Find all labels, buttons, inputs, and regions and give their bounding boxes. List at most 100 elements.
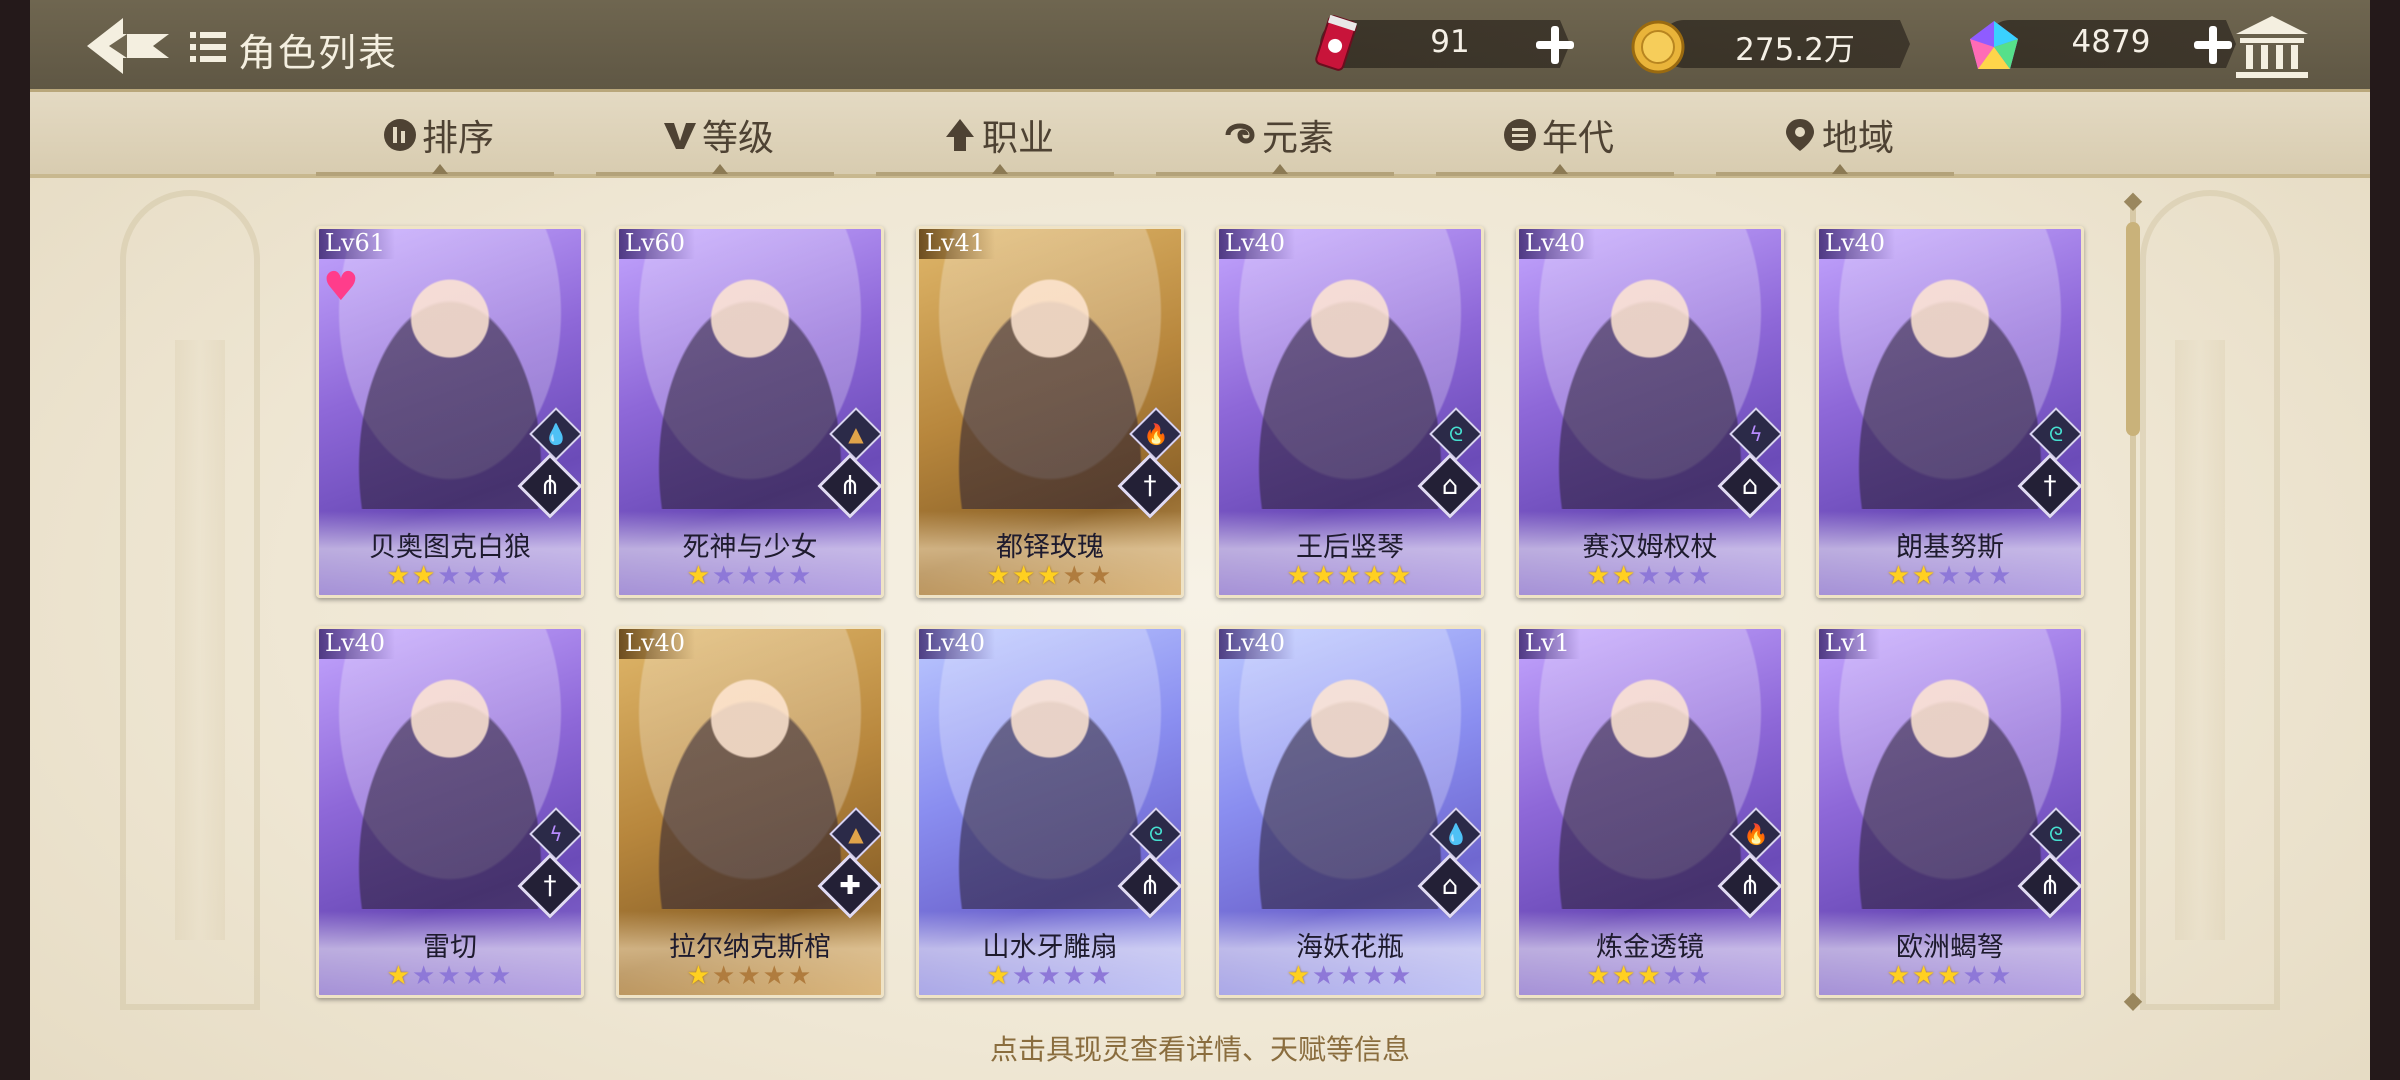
back-button[interactable] bbox=[82, 14, 174, 78]
character-name: 赛汉姆权杖 bbox=[1582, 532, 1718, 563]
star-rating: ★★★★★ bbox=[1819, 561, 2081, 591]
star-filled-icon: ★ bbox=[1912, 961, 1938, 991]
star-rating: ★★★★★ bbox=[1219, 961, 1481, 991]
star-empty-icon: ★ bbox=[1037, 961, 1063, 991]
tab-caret bbox=[432, 164, 448, 174]
star-empty-icon: ★ bbox=[412, 961, 438, 991]
tab-level[interactable]: 等级 bbox=[662, 106, 774, 164]
bank-icon[interactable] bbox=[2232, 12, 2312, 82]
star-empty-icon: ★ bbox=[737, 561, 763, 591]
star-rating: ★★★★★ bbox=[919, 561, 1181, 591]
star-empty-icon: ★ bbox=[1362, 961, 1388, 991]
character-name: 贝奥图克白狼 bbox=[369, 532, 531, 563]
add-energy-button[interactable] bbox=[1532, 22, 1576, 66]
tab-era[interactable]: 年代 bbox=[1502, 106, 1614, 164]
star-filled-icon: ★ bbox=[412, 561, 438, 591]
star-empty-icon: ★ bbox=[487, 961, 514, 991]
tab-element-label: 元素 bbox=[1262, 118, 1335, 159]
star-empty-icon: ★ bbox=[762, 561, 788, 591]
star-filled-icon: ★ bbox=[686, 561, 713, 591]
tab-element[interactable]: 元素 bbox=[1222, 106, 1334, 164]
tab-caret bbox=[1552, 164, 1568, 174]
character-card[interactable]: Lv60 ▲ ⋔ 死神与少女 ★★★★★ bbox=[616, 226, 884, 598]
character-card[interactable]: Lv40 ϟ † 雷切 ★★★★★ bbox=[316, 626, 584, 998]
level-badge: Lv40 bbox=[1219, 629, 1296, 659]
sort-icon bbox=[384, 119, 416, 151]
gem-value: 4879 bbox=[2071, 24, 2151, 60]
star-empty-icon: ★ bbox=[1062, 561, 1088, 591]
level-badge: Lv40 bbox=[319, 629, 396, 659]
scrollbar-thumb[interactable] bbox=[2126, 222, 2140, 436]
character-card[interactable]: Lv40 ᘓ ⋔ 山水牙雕扇 ★★★★★ bbox=[916, 626, 1184, 998]
decor-column-right bbox=[2175, 340, 2225, 940]
level-badge: Lv1 bbox=[1519, 629, 1580, 659]
energy-value: 91 bbox=[1430, 24, 1470, 60]
star-rating: ★★★★★ bbox=[619, 561, 881, 591]
right-letterbox bbox=[2370, 0, 2400, 1080]
tab-class-label: 职业 bbox=[982, 118, 1055, 159]
star-rating: ★★★★★ bbox=[1519, 561, 1781, 591]
list-icon bbox=[190, 32, 226, 62]
character-card[interactable]: Lv1 ᘓ ⋔ 欧洲蝎弩 ★★★★★ bbox=[1816, 626, 2084, 998]
star-rating: ★★★★★ bbox=[1219, 561, 1481, 591]
star-empty-icon: ★ bbox=[1987, 561, 2014, 591]
character-card[interactable]: Lv40 ϟ ⌂ 赛汉姆权杖 ★★★★★ bbox=[1516, 226, 1784, 598]
star-filled-icon: ★ bbox=[686, 961, 713, 991]
level-badge: Lv1 bbox=[1819, 629, 1880, 659]
rainbow-gem-icon bbox=[1970, 21, 2018, 69]
character-name: 拉尔纳克斯棺 bbox=[669, 932, 831, 963]
star-filled-icon: ★ bbox=[986, 961, 1013, 991]
level-badge: Lv61 bbox=[319, 229, 396, 259]
character-card[interactable]: Lv61 ♥ 💧 ⋔ 贝奥图克白狼 ★★★★★ bbox=[316, 226, 584, 598]
star-empty-icon: ★ bbox=[1687, 961, 1714, 991]
class-icon bbox=[946, 119, 974, 151]
level-badge: Lv40 bbox=[619, 629, 696, 659]
character-card[interactable]: Lv40 ᘓ † 朗基努斯 ★★★★★ bbox=[1816, 226, 2084, 598]
gold-value: 275.2万 bbox=[1735, 32, 1855, 68]
star-empty-icon: ★ bbox=[1387, 961, 1414, 991]
star-filled-icon: ★ bbox=[1612, 961, 1638, 991]
star-filled-icon: ★ bbox=[1886, 961, 1913, 991]
star-rating: ★★★★★ bbox=[919, 961, 1181, 991]
hint-text: 点击具现灵查看详情、天赋等信息 bbox=[989, 1033, 1410, 1066]
star-filled-icon: ★ bbox=[1586, 961, 1613, 991]
character-card[interactable]: Lv1 🔥 ⋔ 炼金透镜 ★★★★★ bbox=[1516, 626, 1784, 998]
star-empty-icon: ★ bbox=[712, 961, 738, 991]
tab-sort[interactable]: 排序 bbox=[382, 106, 494, 164]
level-badge: Lv40 bbox=[1819, 229, 1896, 259]
character-name: 炼金透镜 bbox=[1596, 932, 1704, 963]
era-icon bbox=[1504, 119, 1536, 151]
add-gem-button[interactable] bbox=[2190, 22, 2234, 66]
scroll-bottom-ornament-icon: ◆ bbox=[2123, 986, 2143, 1014]
star-empty-icon: ★ bbox=[1987, 961, 2014, 991]
level-badge: Lv40 bbox=[1519, 229, 1596, 259]
character-card[interactable]: Lv40 💧 ⌂ 海妖花瓶 ★★★★★ bbox=[1216, 626, 1484, 998]
tab-region[interactable]: 地域 bbox=[1782, 106, 1894, 164]
star-empty-icon: ★ bbox=[787, 961, 814, 991]
character-card[interactable]: Lv40 ᘓ ⌂ 王后竖琴 ★★★★★ bbox=[1216, 226, 1484, 598]
star-rating: ★★★★★ bbox=[1819, 961, 2081, 991]
tab-level-label: 等级 bbox=[702, 118, 775, 159]
level-badge: Lv60 bbox=[619, 229, 696, 259]
character-name: 山水牙雕扇 bbox=[982, 932, 1118, 963]
star-filled-icon: ★ bbox=[1286, 961, 1313, 991]
star-filled-icon: ★ bbox=[1937, 961, 1963, 991]
page-title: 角色列表 bbox=[238, 31, 399, 75]
character-card[interactable]: Lv41 🔥 † 都铎玫瑰 ★★★★★ bbox=[916, 226, 1184, 598]
top-header: 角色列表 91 275.2万 4879 bbox=[30, 0, 2370, 92]
scroll-top-ornament-icon: ◆ bbox=[2123, 186, 2143, 214]
tab-class[interactable]: 职业 bbox=[942, 106, 1054, 164]
tab-caret bbox=[1832, 164, 1848, 174]
character-card[interactable]: Lv40 ▲ ✚ 拉尔纳克斯棺 ★★★★★ bbox=[616, 626, 884, 998]
level-badge: Lv40 bbox=[919, 629, 996, 659]
decor-column-left bbox=[175, 340, 225, 940]
tab-era-label: 年代 bbox=[1542, 118, 1615, 159]
star-filled-icon: ★ bbox=[1387, 561, 1414, 591]
left-letterbox bbox=[0, 0, 30, 1080]
star-empty-icon: ★ bbox=[787, 561, 814, 591]
star-filled-icon: ★ bbox=[1612, 561, 1638, 591]
star-filled-icon: ★ bbox=[1286, 561, 1313, 591]
star-empty-icon: ★ bbox=[1012, 961, 1038, 991]
favorite-heart-icon: ♥ bbox=[323, 264, 359, 310]
tab-region-label: 地域 bbox=[1822, 118, 1895, 159]
